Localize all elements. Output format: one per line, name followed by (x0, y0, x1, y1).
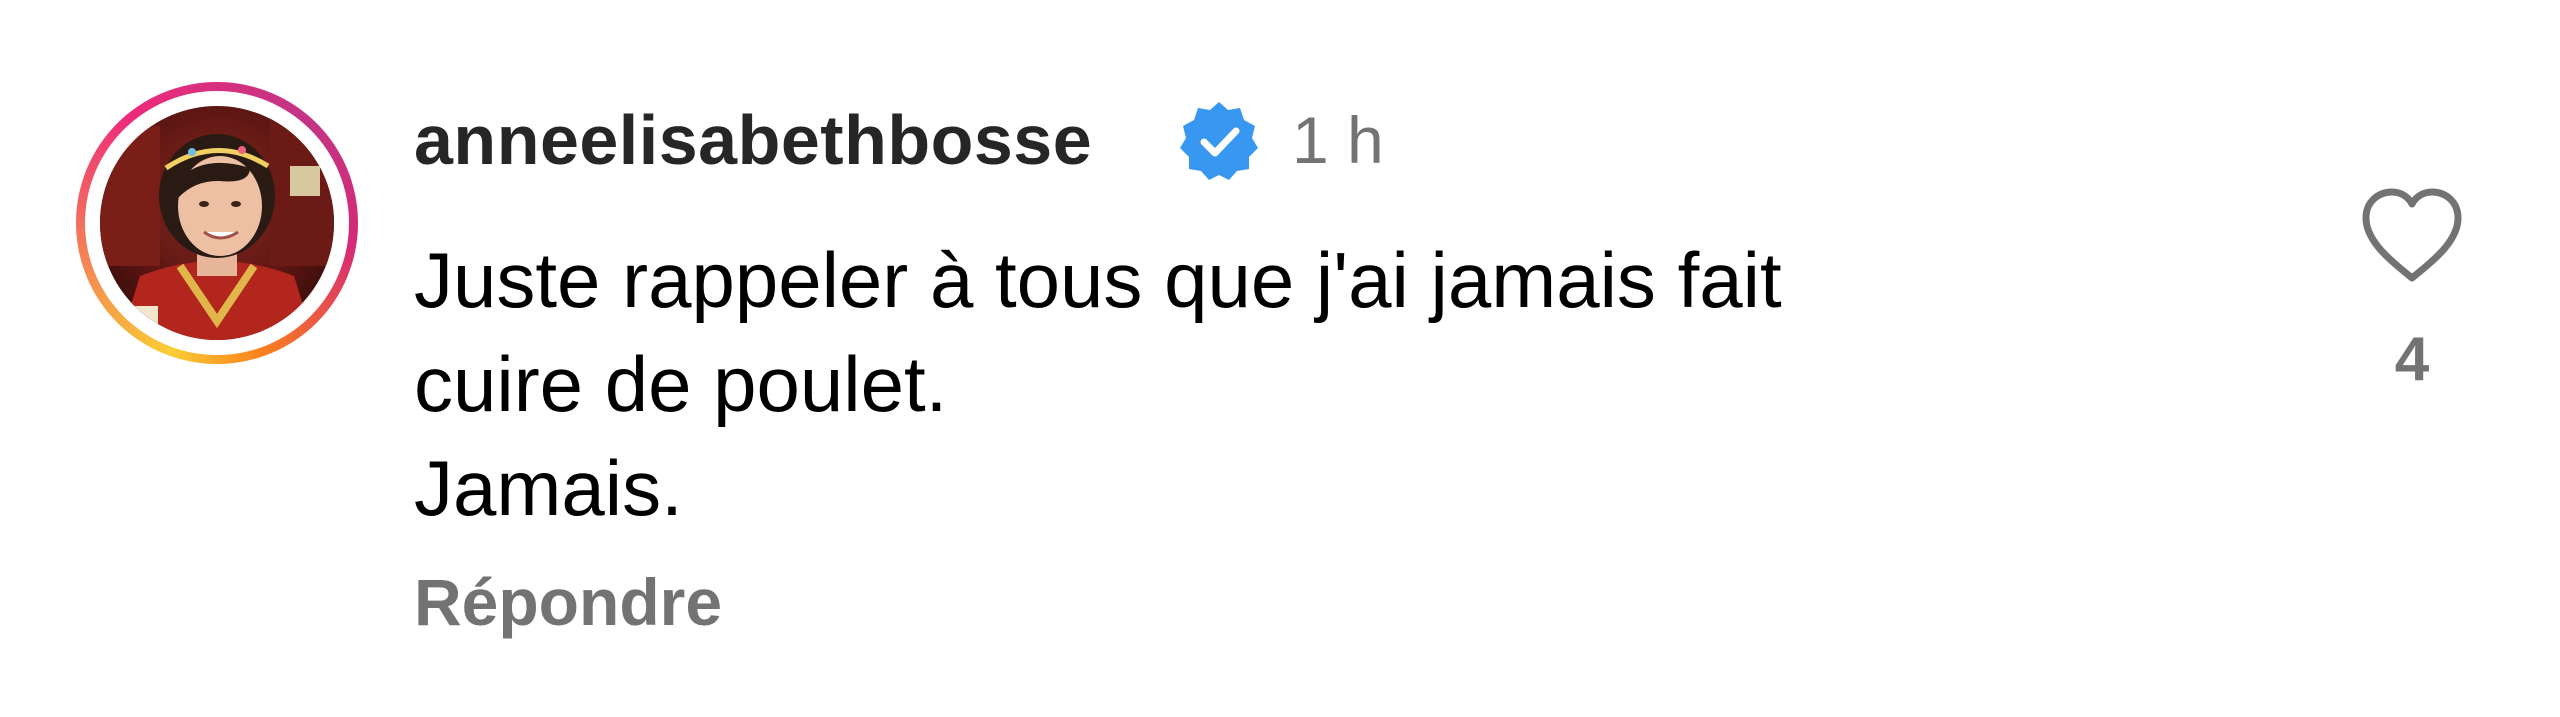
avatar-photo (100, 106, 334, 340)
avatar[interactable] (100, 106, 334, 340)
comment-text-line: Jamais. (414, 444, 683, 532)
comment-item: anneelisabethbosse 1 h Juste rappeler à … (0, 0, 2560, 717)
comment-text: Juste rappeler à tous que j'ai jamais fa… (414, 228, 2154, 540)
like-button[interactable] (2358, 186, 2466, 286)
reply-button[interactable]: Répondre (414, 562, 722, 642)
comment-timestamp: 1 h (1292, 103, 1384, 177)
like-count: 4 (2394, 325, 2430, 394)
avatar-story-ring[interactable] (76, 82, 358, 364)
verified-badge-icon (1176, 98, 1262, 184)
heart-outline-icon (2362, 188, 2462, 282)
comment-text-line: Juste rappeler à tous que j'ai jamais fa… (414, 236, 1782, 324)
comment-text-line: cuire de poulet. (414, 340, 948, 428)
comment-username[interactable]: anneelisabethbosse (414, 100, 1092, 180)
